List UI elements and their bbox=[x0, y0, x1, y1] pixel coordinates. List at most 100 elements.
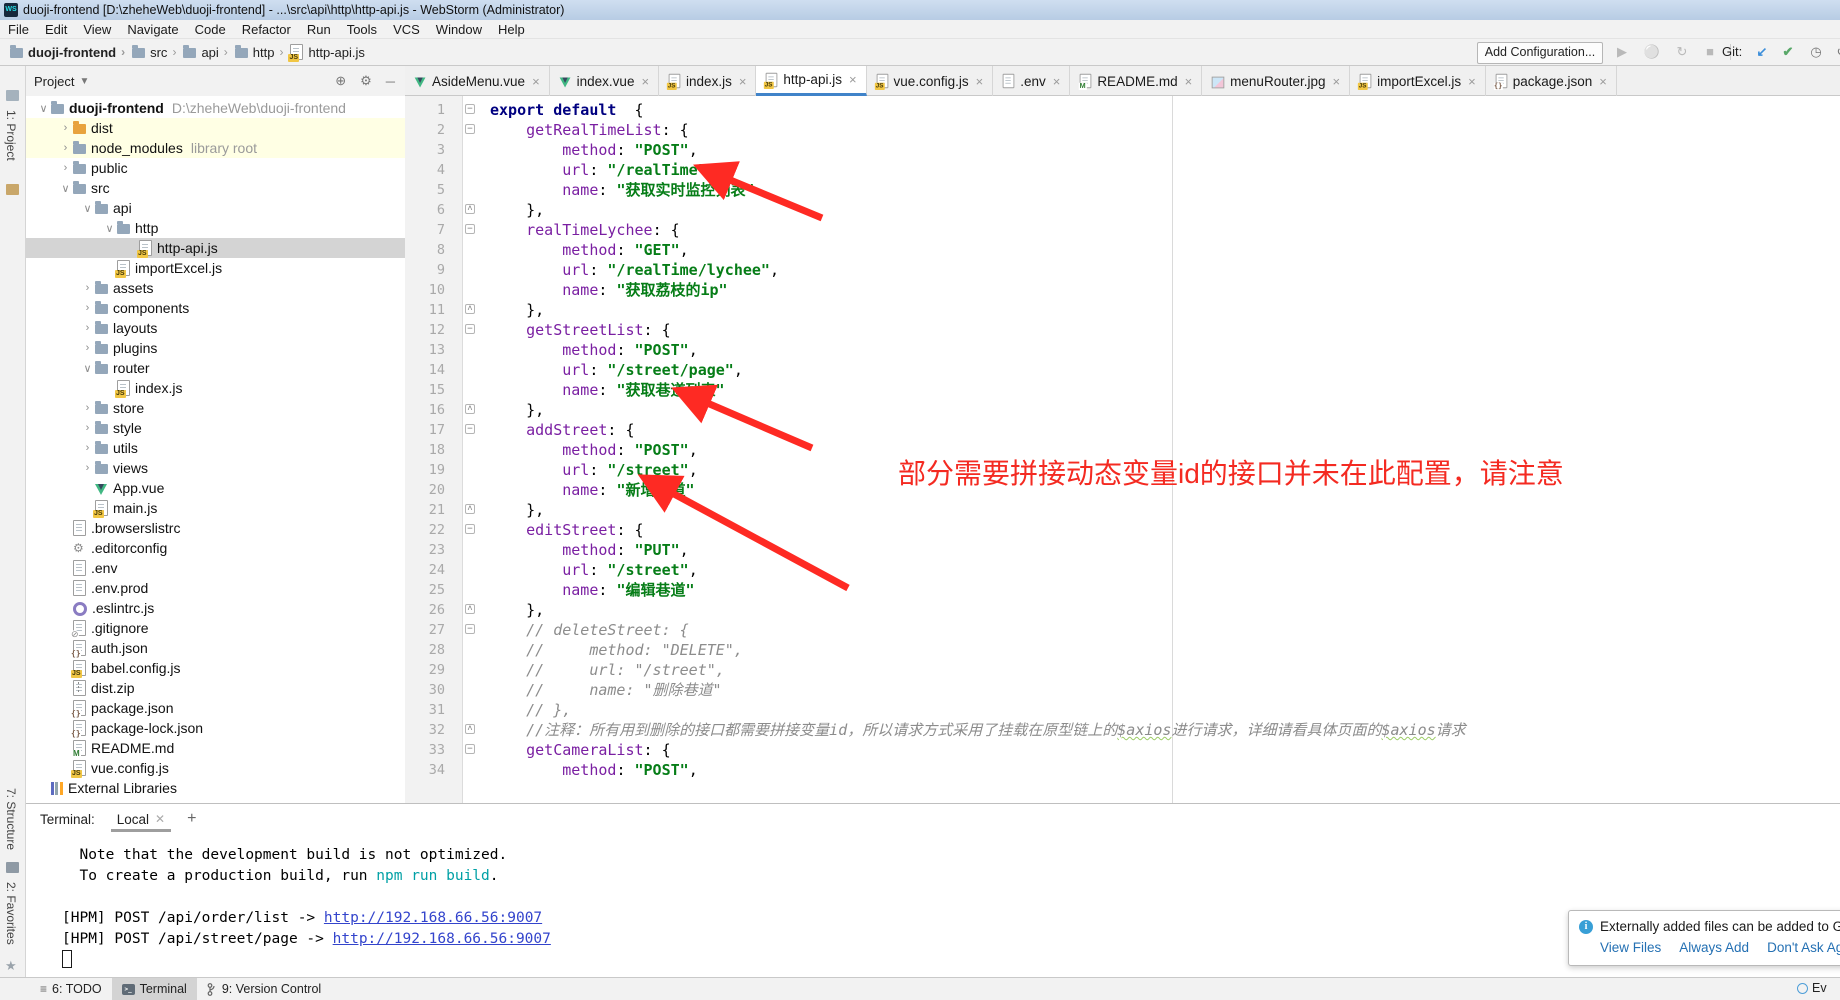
stripe-label-project[interactable]: 1: Project bbox=[4, 110, 18, 161]
event-log-button[interactable]: Ev bbox=[1797, 981, 1827, 995]
tree-row[interactable]: ›node_moduleslibrary root bbox=[26, 138, 405, 158]
editor-tab-vue-config-js[interactable]: vue.config.js× bbox=[867, 66, 994, 96]
menu-item-edit[interactable]: Edit bbox=[37, 22, 75, 37]
tree-row[interactable]: ⚙.editorconfig bbox=[26, 538, 405, 558]
rollback-icon[interactable]: ↺ bbox=[1832, 42, 1840, 62]
fold-start-icon[interactable]: − bbox=[465, 424, 475, 434]
tree-row[interactable]: ∨router bbox=[26, 358, 405, 378]
debug-icon[interactable]: ⚪ bbox=[1642, 42, 1662, 62]
close-icon[interactable]: × bbox=[849, 72, 857, 87]
project-panel-header[interactable]: Project ▼ ⊕ ⚙ ─ bbox=[26, 66, 405, 96]
settings-gear-icon[interactable]: ⚙ bbox=[360, 73, 372, 89]
close-icon[interactable]: × bbox=[1053, 74, 1061, 89]
chevron-closed-icon[interactable]: › bbox=[80, 322, 95, 334]
tree-row[interactable]: package-lock.json bbox=[26, 718, 405, 738]
new-terminal-button[interactable]: + bbox=[187, 810, 196, 828]
editor-tab-index-js[interactable]: index.js× bbox=[659, 66, 756, 96]
menu-item-vcs[interactable]: VCS bbox=[385, 22, 428, 37]
run-icon[interactable]: ▶ bbox=[1612, 42, 1632, 62]
chevron-open-icon[interactable]: ∨ bbox=[80, 362, 95, 375]
stripe-label-favorites[interactable]: 2: Favorites bbox=[4, 882, 18, 945]
terminal-link[interactable]: http://192.168.66.56:9007 bbox=[333, 931, 551, 947]
tree-row[interactable]: dist.zip bbox=[26, 678, 405, 698]
tree-row[interactable]: ›assets bbox=[26, 278, 405, 298]
tree-row[interactable]: index.js bbox=[26, 378, 405, 398]
editor-tab-asidemenu-vue[interactable]: AsideMenu.vue× bbox=[405, 66, 550, 96]
tree-row[interactable]: .gitignore bbox=[26, 618, 405, 638]
terminal-tab-local[interactable]: Local ✕ bbox=[117, 804, 165, 834]
favorites-star-icon[interactable]: ★ bbox=[5, 958, 17, 974]
tree-row[interactable]: auth.json bbox=[26, 638, 405, 658]
menu-item-help[interactable]: Help bbox=[490, 22, 533, 37]
tree-row[interactable]: ›dist bbox=[26, 118, 405, 138]
menu-item-navigate[interactable]: Navigate bbox=[119, 22, 186, 37]
chevron-closed-icon[interactable]: › bbox=[80, 422, 95, 434]
close-icon[interactable]: × bbox=[532, 74, 540, 89]
terminal-link[interactable]: http://192.168.66.56:9007 bbox=[324, 910, 542, 926]
tree-row[interactable]: README.md bbox=[26, 738, 405, 758]
locate-icon[interactable]: ⊕ bbox=[335, 73, 346, 89]
add-configuration-button[interactable]: Add Configuration... bbox=[1477, 42, 1603, 64]
chevron-open-icon[interactable]: ∨ bbox=[102, 222, 117, 235]
tree-row[interactable]: .eslintrc.js bbox=[26, 598, 405, 618]
fold-start-icon[interactable]: − bbox=[465, 104, 475, 114]
tree-row[interactable]: ›store bbox=[26, 398, 405, 418]
chevron-closed-icon[interactable]: › bbox=[58, 162, 73, 174]
editor-tab-readme-md[interactable]: README.md× bbox=[1070, 66, 1202, 96]
tree-row[interactable]: .browserslistrc bbox=[26, 518, 405, 538]
editor-tab-index-vue[interactable]: index.vue× bbox=[550, 66, 659, 96]
tree-row[interactable]: vue.config.js bbox=[26, 758, 405, 778]
tree-row[interactable]: ∨duoji-frontendD:\zheheWeb\duoji-fronten… bbox=[26, 98, 405, 118]
structure-icon[interactable] bbox=[6, 862, 19, 873]
tree-row[interactable]: ∨api bbox=[26, 198, 405, 218]
statusbar-item-9-version-control[interactable]: 9: Version Control bbox=[197, 978, 331, 1000]
statusbar-item-6-todo[interactable]: ≡6: TODO bbox=[30, 978, 112, 1000]
tree-row[interactable]: App.vue bbox=[26, 478, 405, 498]
menu-item-file[interactable]: File bbox=[0, 22, 37, 37]
notification-action-always-add[interactable]: Always Add bbox=[1679, 940, 1749, 955]
editor-tab-package-json[interactable]: package.json× bbox=[1486, 66, 1617, 96]
breadcrumb-item[interactable]: src› bbox=[132, 45, 181, 60]
breadcrumb-item[interactable]: http› bbox=[235, 45, 289, 60]
fold-end-icon[interactable]: ˄ bbox=[465, 504, 475, 514]
fold-start-icon[interactable]: − bbox=[465, 524, 475, 534]
tree-row[interactable]: ›views bbox=[26, 458, 405, 478]
history-icon[interactable]: ◷ bbox=[1806, 42, 1826, 62]
chevron-closed-icon[interactable]: › bbox=[80, 342, 95, 354]
chevron-down-icon[interactable]: ▼ bbox=[79, 76, 89, 87]
breadcrumb-item[interactable]: http-api.js bbox=[290, 44, 364, 60]
tree-row[interactable]: ›components bbox=[26, 298, 405, 318]
fold-end-icon[interactable]: ˄ bbox=[465, 404, 475, 414]
close-icon[interactable]: × bbox=[641, 74, 649, 89]
close-icon[interactable]: × bbox=[739, 74, 747, 89]
close-icon[interactable]: ✕ bbox=[155, 812, 165, 826]
menu-item-tools[interactable]: Tools bbox=[339, 22, 385, 37]
stop-icon[interactable]: ■ bbox=[1700, 42, 1720, 62]
chevron-closed-icon[interactable]: › bbox=[58, 142, 73, 154]
statusbar-item-terminal[interactable]: >_Terminal bbox=[112, 978, 197, 1000]
close-icon[interactable]: × bbox=[1599, 74, 1607, 89]
menu-item-window[interactable]: Window bbox=[428, 22, 490, 37]
tree-row[interactable]: ∨src bbox=[26, 178, 405, 198]
fold-start-icon[interactable]: − bbox=[465, 224, 475, 234]
tree-row[interactable]: ›utils bbox=[26, 438, 405, 458]
menu-item-refactor[interactable]: Refactor bbox=[234, 22, 299, 37]
chevron-open-icon[interactable]: ∨ bbox=[36, 102, 51, 115]
tree-row[interactable]: ›layouts bbox=[26, 318, 405, 338]
tree-row[interactable]: .env bbox=[26, 558, 405, 578]
project-toolwindow-icon[interactable] bbox=[6, 90, 19, 101]
coverage-icon[interactable]: ↻ bbox=[1672, 42, 1692, 62]
fold-end-icon[interactable]: ˄ bbox=[465, 304, 475, 314]
tree-row[interactable]: .env.prod bbox=[26, 578, 405, 598]
editor-tab-http-api-js[interactable]: http-api.js× bbox=[756, 66, 866, 96]
tree-row[interactable]: External Libraries bbox=[26, 778, 405, 798]
menu-item-run[interactable]: Run bbox=[299, 22, 339, 37]
commit-icon[interactable]: ✔ bbox=[1778, 42, 1798, 62]
breadcrumb-item[interactable]: duoji-frontend› bbox=[10, 45, 130, 60]
close-icon[interactable]: × bbox=[1468, 74, 1476, 89]
fold-end-icon[interactable]: ˄ bbox=[465, 604, 475, 614]
tree-row[interactable]: ›plugins bbox=[26, 338, 405, 358]
chevron-closed-icon[interactable]: › bbox=[58, 122, 73, 134]
fold-start-icon[interactable]: − bbox=[465, 124, 475, 134]
tree-row[interactable]: ∨http bbox=[26, 218, 405, 238]
